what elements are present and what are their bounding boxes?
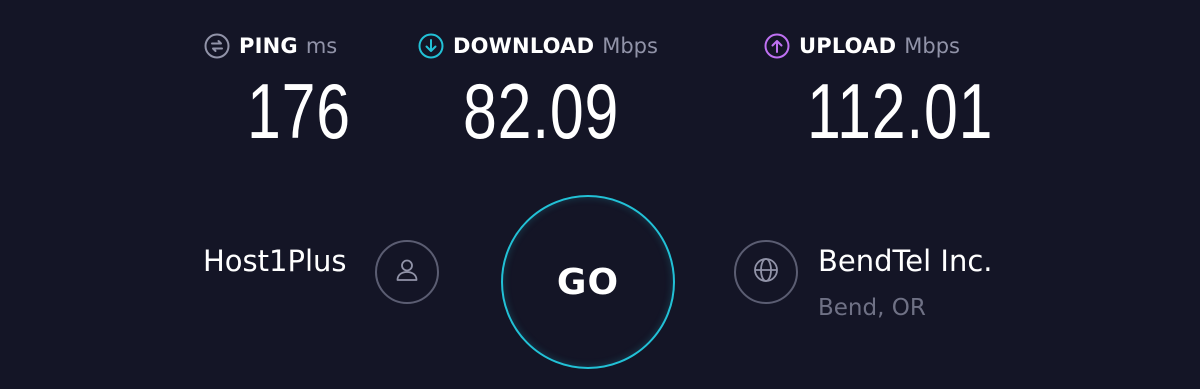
ping-header: PING ms <box>203 32 337 60</box>
go-label: GO <box>556 261 620 303</box>
ping-label: PING <box>239 34 298 58</box>
isp-location: Bend, OR <box>818 295 926 321</box>
change-server-button[interactable] <box>375 240 439 304</box>
ping-value: 176 <box>247 67 351 155</box>
download-icon <box>417 32 445 60</box>
upload-metric: UPLOAD Mbps 112.01 <box>763 32 992 150</box>
isp-name: BendTel Inc. <box>818 244 993 278</box>
download-unit: Mbps <box>602 34 658 58</box>
download-label: DOWNLOAD <box>453 34 595 58</box>
speedtest-page: PING ms 176 DOWNLOAD Mbps 82.09 UPLOAD M… <box>0 0 1200 389</box>
upload-icon <box>763 32 791 60</box>
go-button[interactable]: GO <box>501 195 675 369</box>
user-icon <box>392 255 422 289</box>
download-metric: DOWNLOAD Mbps 82.09 <box>417 32 658 150</box>
upload-label: UPLOAD <box>799 34 897 58</box>
ping-metric: PING ms 176 <box>203 32 350 150</box>
globe-icon <box>750 254 782 290</box>
upload-unit: Mbps <box>904 34 960 58</box>
isp-button[interactable] <box>734 240 798 304</box>
download-header: DOWNLOAD Mbps <box>417 32 658 60</box>
ping-icon <box>203 32 231 60</box>
server-host-name[interactable]: Host1Plus <box>203 244 347 278</box>
download-value: 82.09 <box>463 67 620 155</box>
ping-unit: ms <box>305 34 338 58</box>
upload-value: 112.01 <box>807 67 994 155</box>
upload-header: UPLOAD Mbps <box>763 32 960 60</box>
